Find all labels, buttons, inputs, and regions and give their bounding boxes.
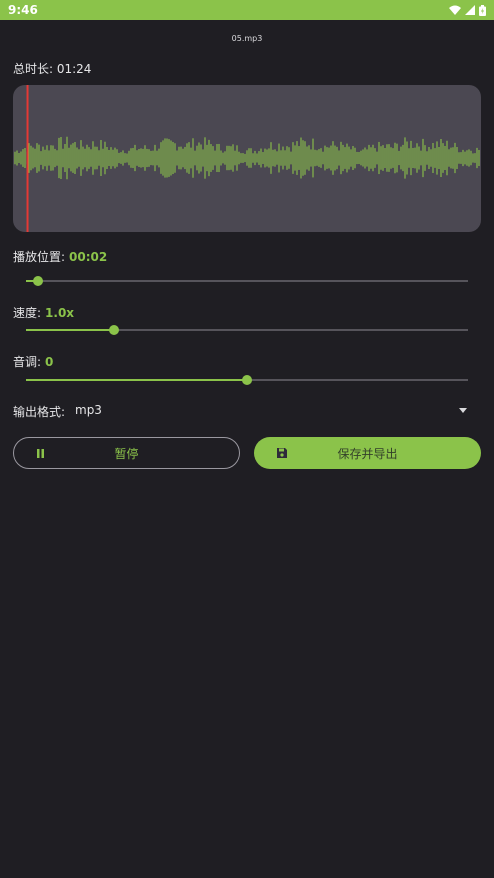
speed-label: 速度: <box>13 306 42 320</box>
battery-icon <box>479 4 486 16</box>
speed-value: 1.0x <box>45 306 75 320</box>
total-duration: 总时长: 01:24 <box>13 62 92 76</box>
file-name: 05.mp3 <box>231 34 263 43</box>
waveform-panel[interactable] <box>13 85 481 232</box>
status-bar: 9:46 <box>0 0 494 20</box>
pause-button-label: 暂停 <box>114 446 139 461</box>
waveform[interactable] <box>13 85 481 232</box>
playback-position-slider[interactable] <box>26 274 468 288</box>
output-format-value[interactable]: mp3 <box>75 403 102 417</box>
speed-row: 速度: 1.0x <box>13 304 74 321</box>
slider-track[interactable] <box>26 280 468 282</box>
pause-button[interactable]: 暂停 <box>13 437 240 469</box>
pitch-row: 音调: 0 <box>13 353 53 370</box>
save-export-button[interactable]: 保存并导出 <box>254 437 481 469</box>
playback-position-label: 播放位置: <box>13 250 66 264</box>
status-time: 9:46 <box>8 3 38 17</box>
playback-position-value: 00:02 <box>69 250 108 264</box>
pitch-label: 音调: <box>13 355 42 369</box>
pitch-value: 0 <box>45 355 54 369</box>
slider-thumb[interactable] <box>32 276 43 286</box>
slider-thumb[interactable] <box>109 325 120 335</box>
pause-icon <box>37 449 44 458</box>
playback-position-row: 播放位置: 00:02 <box>13 248 107 265</box>
output-format-select[interactable]: 输出格式: mp3 <box>13 403 481 421</box>
speed-slider[interactable] <box>26 323 468 337</box>
slider-thumb[interactable] <box>242 375 252 385</box>
output-format-label: 输出格式: <box>13 405 66 419</box>
slider-fill <box>26 379 247 381</box>
dropdown-caret-icon[interactable] <box>459 408 467 413</box>
status-icons <box>449 4 486 16</box>
save-icon <box>277 448 287 458</box>
wifi-icon <box>449 5 461 15</box>
slider-fill <box>26 329 115 331</box>
save-export-button-label: 保存并导出 <box>337 446 398 461</box>
pitch-slider[interactable] <box>26 373 468 387</box>
signal-icon <box>465 5 475 15</box>
